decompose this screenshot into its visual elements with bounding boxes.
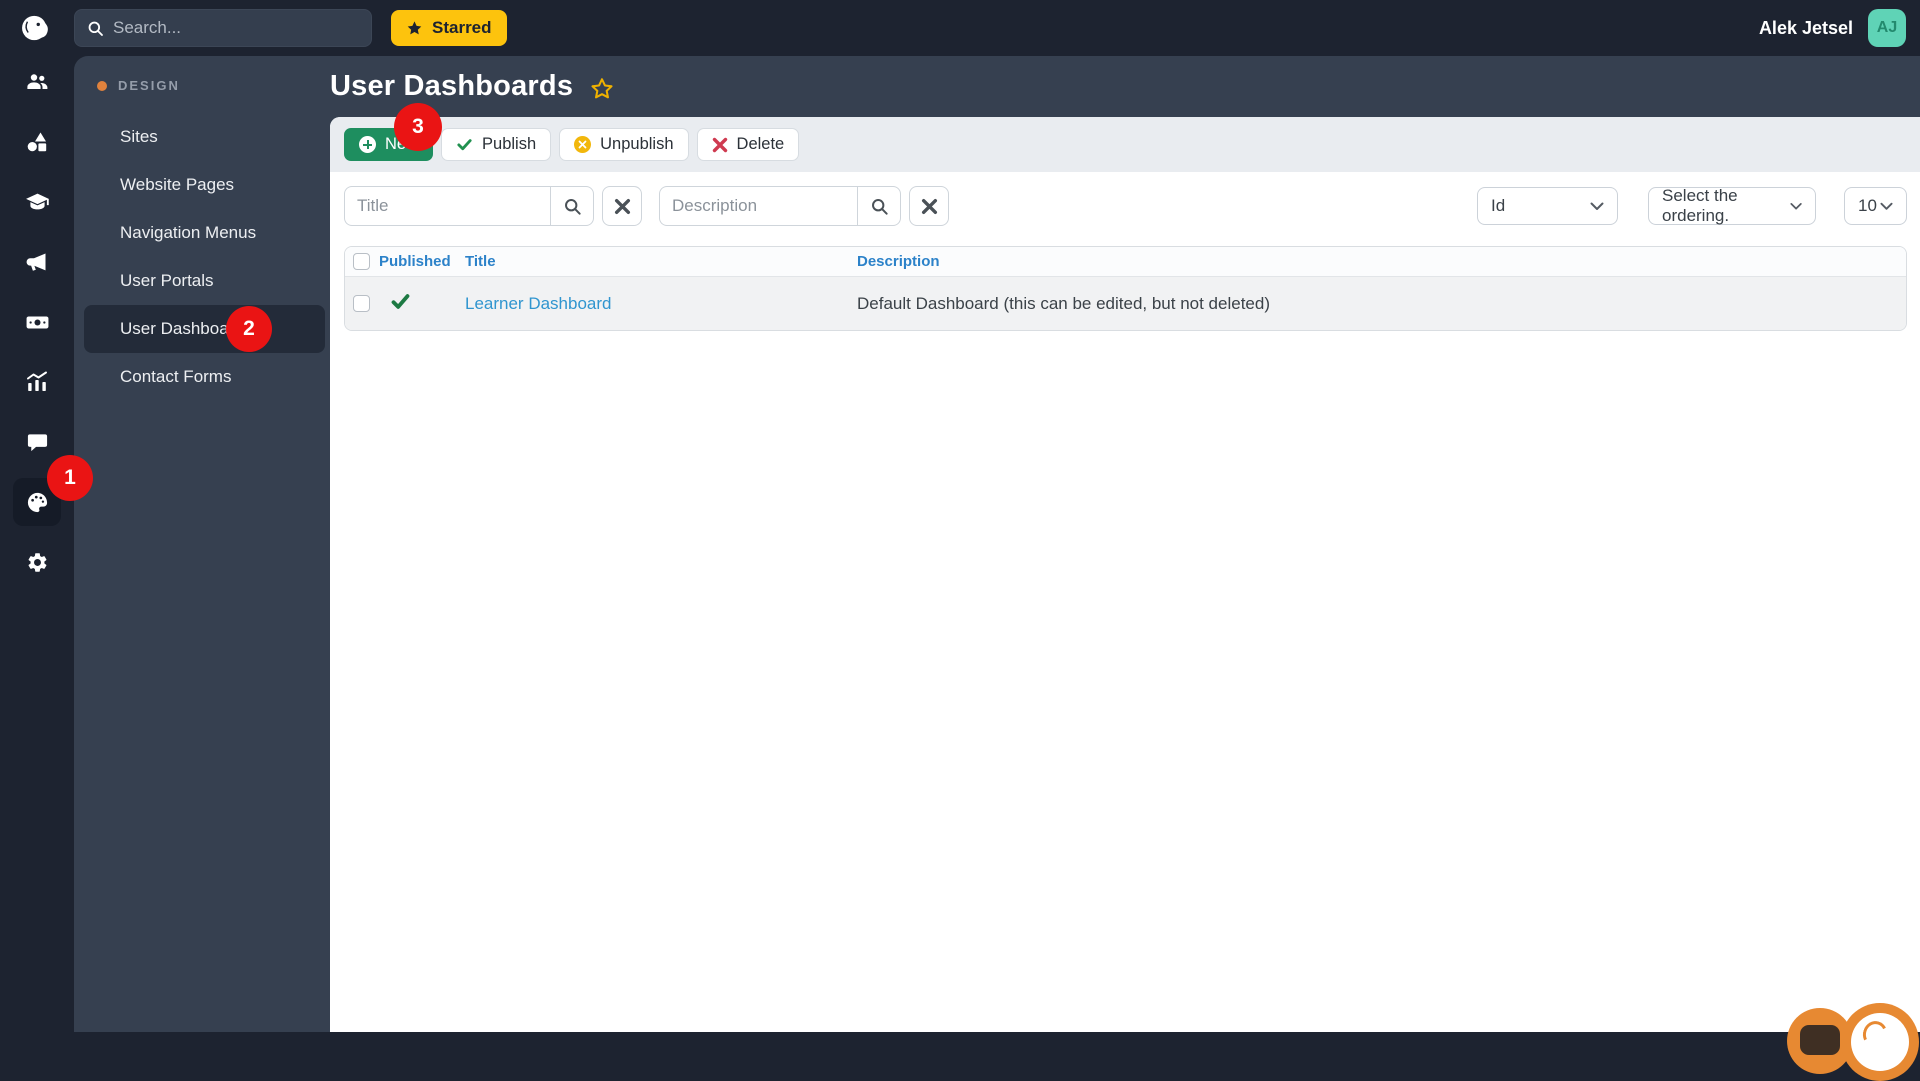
avatar: AJ: [1868, 9, 1906, 47]
description-clear-button[interactable]: [909, 186, 949, 226]
title-clear-button[interactable]: [602, 186, 642, 226]
content-area: User Dashboards New Publish: [330, 56, 1920, 1032]
search-icon: [88, 21, 103, 36]
search-icon: [871, 198, 888, 215]
filter-row: Id Select the ordering. 10: [344, 186, 1907, 226]
clear-x-icon: [921, 198, 937, 214]
rail-cash-icon[interactable]: [13, 298, 61, 346]
x-icon: [712, 137, 727, 152]
dashboards-table: Published Title Description Learner Dash…: [344, 246, 1907, 331]
column-header-title[interactable]: Title: [457, 253, 849, 270]
chat-widget-glyph: [1800, 1025, 1840, 1055]
step-badge-2: 2: [226, 306, 272, 352]
app-logo-elephant-icon[interactable]: [16, 8, 56, 48]
rail-chat-icon[interactable]: [13, 418, 61, 466]
chat-widget-avatar[interactable]: [1841, 1003, 1919, 1081]
published-check-icon: [375, 293, 457, 315]
sidebar-item-website-pages[interactable]: Website Pages: [74, 161, 330, 209]
section-label: DESIGN: [118, 78, 180, 93]
sidebar-item-user-portals[interactable]: User Portals: [74, 257, 330, 305]
content-card: New Publish Unpublish: [330, 117, 1920, 1032]
x-circle-icon: [574, 136, 592, 153]
search-input[interactable]: [113, 18, 359, 38]
id-select-value: Id: [1491, 196, 1506, 215]
favorite-star-icon[interactable]: [589, 76, 615, 102]
topbar: Starred Alek Jetsel AJ: [0, 0, 1920, 56]
publish-label: Publish: [482, 135, 537, 153]
section-dot-icon: [97, 80, 107, 91]
page-size-value: 10: [1858, 196, 1877, 215]
user-menu[interactable]: Alek Jetsel AJ: [1759, 9, 1906, 47]
id-select[interactable]: Id: [1477, 187, 1618, 225]
rail-graduation-cap-icon[interactable]: [13, 178, 61, 226]
page-size-select[interactable]: 10: [1844, 187, 1907, 225]
title-filter-group: [344, 186, 594, 226]
icon-rail: [0, 56, 74, 1032]
chevron-down-icon: [1590, 202, 1604, 210]
step-badge-1: 1: [47, 455, 93, 501]
sidebar-item-contact-forms[interactable]: Contact Forms: [74, 353, 330, 401]
page-header: User Dashboards: [330, 56, 1920, 117]
sidebar: DESIGN Sites Website Pages Navigation Me…: [74, 56, 330, 1032]
user-name: Alek Jetsel: [1758, 17, 1853, 38]
rail-settings-gear-icon[interactable]: [13, 538, 61, 586]
sidebar-item-navigation-menus[interactable]: Navigation Menus: [74, 209, 330, 257]
page-title: User Dashboards: [330, 70, 574, 102]
search-icon: [564, 198, 581, 215]
publish-button[interactable]: Publish: [441, 128, 552, 161]
main-panel: DESIGN Sites Website Pages Navigation Me…: [74, 56, 1920, 1032]
sidebar-section-header: DESIGN: [74, 72, 330, 99]
rail-users-icon[interactable]: [13, 58, 61, 106]
column-header-published[interactable]: Published: [375, 253, 457, 270]
table-row: Learner Dashboard Default Dashboard (thi…: [345, 276, 1906, 330]
plus-circle-icon: [359, 136, 376, 153]
description-filter-input[interactable]: [659, 186, 857, 226]
delete-label: Delete: [736, 135, 785, 153]
column-header-description[interactable]: Description: [849, 253, 1906, 270]
chevron-down-icon: [1790, 202, 1802, 210]
unpublish-label: Unpublish: [600, 135, 674, 153]
starred-label: Starred: [432, 18, 492, 37]
row-checkbox[interactable]: [353, 295, 370, 312]
description-search-button[interactable]: [857, 186, 901, 226]
clear-x-icon: [614, 198, 630, 214]
actions-toolbar: New Publish Unpublish: [330, 117, 1920, 172]
ordering-select-value: Select the ordering.: [1662, 186, 1738, 225]
global-search: [74, 9, 372, 47]
select-all-checkbox[interactable]: [353, 253, 370, 270]
description-filter-group: [659, 186, 901, 226]
card-body: Id Select the ordering. 10: [330, 172, 1920, 1032]
rail-megaphone-icon[interactable]: [13, 238, 61, 286]
dashboard-title-link[interactable]: Learner Dashboard: [465, 294, 611, 313]
unpublish-button[interactable]: Unpublish: [559, 128, 689, 161]
dashboard-description: Default Dashboard (this can be edited, b…: [857, 293, 1270, 313]
sidebar-nav: Sites Website Pages Navigation Menus Use…: [74, 113, 330, 401]
chevron-down-icon: [1880, 202, 1893, 210]
rail-shapes-icon[interactable]: [13, 118, 61, 166]
rail-analytics-icon[interactable]: [13, 358, 61, 406]
sidebar-item-sites[interactable]: Sites: [74, 113, 330, 161]
sidebar-item-user-dashboards[interactable]: User Dashboards: [84, 305, 325, 353]
title-search-button[interactable]: [550, 186, 594, 226]
table-header-row: Published Title Description: [345, 247, 1906, 276]
check-icon: [457, 139, 472, 151]
title-filter-input[interactable]: [344, 186, 550, 226]
step-badge-3: 3: [394, 103, 442, 151]
starred-button[interactable]: Starred: [391, 10, 507, 46]
star-icon: [407, 20, 422, 34]
ordering-select[interactable]: Select the ordering.: [1648, 186, 1816, 225]
delete-button[interactable]: Delete: [696, 128, 800, 161]
